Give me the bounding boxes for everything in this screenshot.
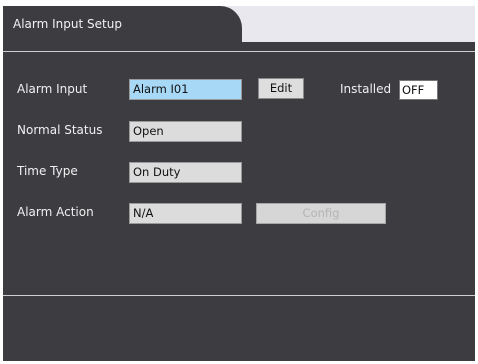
config-button[interactable]: Config bbox=[256, 203, 386, 224]
normal-status-field[interactable]: Open bbox=[129, 121, 242, 142]
edit-button[interactable]: Edit bbox=[258, 78, 304, 99]
alarm-input-setup-window: Alarm Input Setup Alarm Input Alarm I01 … bbox=[3, 6, 475, 361]
installed-field[interactable]: OFF bbox=[399, 80, 438, 100]
time-type-field[interactable]: On Duty bbox=[129, 162, 242, 183]
installed-label: Installed bbox=[340, 82, 392, 96]
time-type-label: Time Type bbox=[17, 164, 78, 178]
tab-bar: Alarm Input Setup bbox=[3, 6, 475, 42]
normal-status-label: Normal Status bbox=[17, 123, 103, 137]
tab-alarm-input-setup[interactable]: Alarm Input Setup bbox=[3, 6, 242, 42]
alarm-input-field[interactable]: Alarm I01 bbox=[129, 79, 242, 100]
alarm-input-label: Alarm Input bbox=[17, 82, 88, 96]
tab-title: Alarm Input Setup bbox=[13, 17, 122, 31]
bottom-divider bbox=[3, 295, 475, 296]
top-divider bbox=[3, 51, 475, 52]
alarm-action-label: Alarm Action bbox=[17, 205, 94, 219]
alarm-action-field[interactable]: N/A bbox=[129, 203, 242, 224]
